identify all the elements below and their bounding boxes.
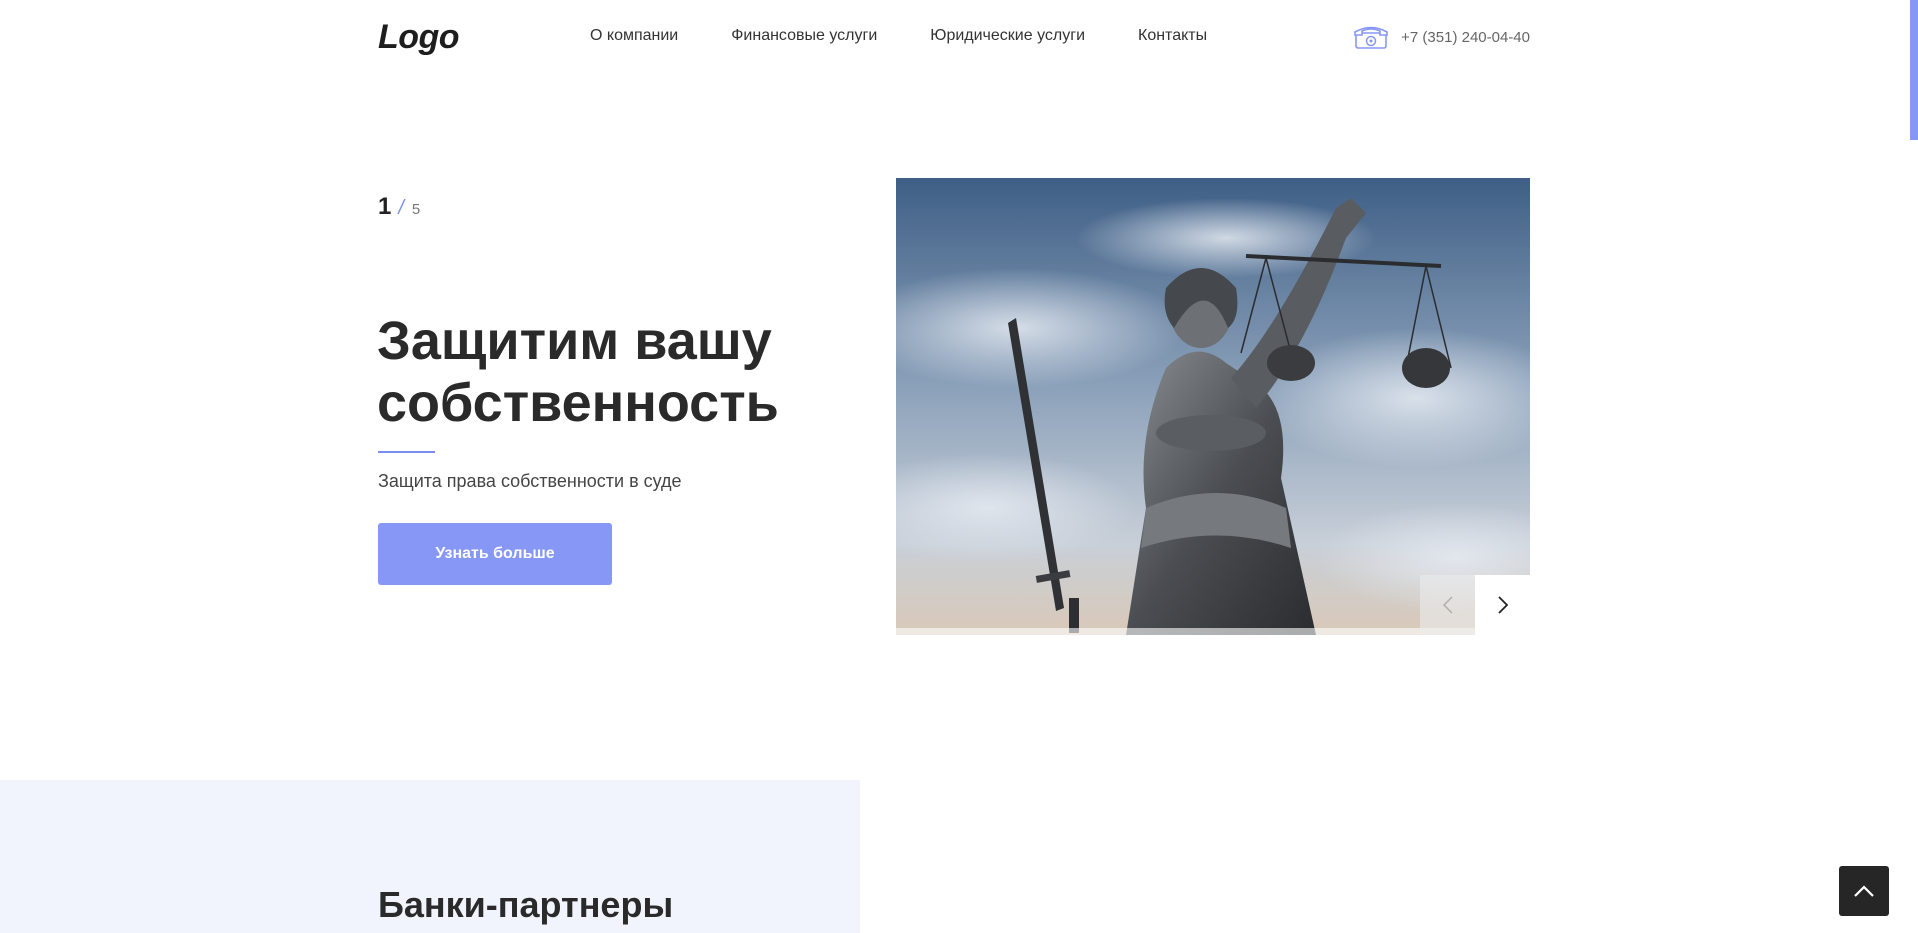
page-scrollbar[interactable]	[1910, 0, 1918, 933]
hero-divider	[378, 451, 435, 453]
phone-contact[interactable]: +7 (351) 240-04-40	[1353, 24, 1530, 50]
slider-next-button[interactable]	[1475, 575, 1530, 635]
chevron-up-icon	[1854, 885, 1874, 897]
slide-counter-separator: /	[398, 197, 404, 219]
chevron-left-icon	[1442, 596, 1453, 614]
learn-more-button[interactable]: Узнать больше	[378, 523, 612, 585]
lady-justice-statue-image	[896, 178, 1530, 635]
phone-number[interactable]: +7 (351) 240-04-40	[1401, 29, 1530, 46]
slide-counter-total: 5	[411, 201, 421, 218]
telephone-icon	[1353, 24, 1389, 50]
slide-counter: 1 / 5	[378, 193, 420, 221]
nav-item-contacts[interactable]: Контакты	[1138, 27, 1207, 45]
nav-item-legal-services[interactable]: Юридические услуги	[930, 27, 1085, 45]
nav-item-about[interactable]: О компании	[586, 27, 678, 46]
logo[interactable]: Logo	[378, 18, 460, 57]
nav-item-financial-services[interactable]: Финансовые услуги	[731, 27, 877, 45]
hero-subtitle: Защита права собственности в суде	[378, 471, 682, 491]
main-nav: О компании Финансовые услуги Юридические…	[586, 27, 1207, 46]
slider-prev-button[interactable]	[1420, 575, 1475, 635]
scroll-to-top-button[interactable]	[1839, 866, 1889, 916]
hero-title: Защитим вашу собственность	[377, 311, 779, 433]
partners-title: Банки-партнеры	[378, 884, 674, 925]
chevron-right-icon	[1497, 596, 1508, 614]
slide-counter-current: 1	[378, 193, 392, 220]
scrollbar-thumb[interactable]	[1910, 0, 1918, 140]
